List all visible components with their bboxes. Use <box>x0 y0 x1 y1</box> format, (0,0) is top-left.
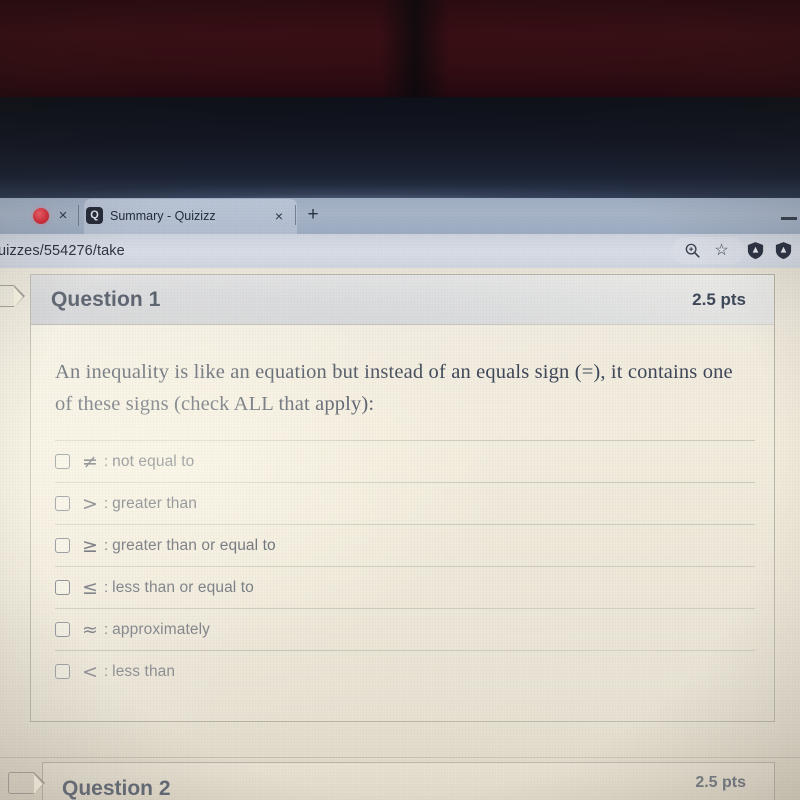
answer-label: less than <box>112 662 176 680</box>
answer-checkbox[interactable] <box>55 496 70 511</box>
answer-symbol: ≤ <box>82 576 98 599</box>
answer-symbol: < <box>82 660 98 683</box>
recording-tab-close-button[interactable]: × <box>54 206 72 226</box>
question-1-title: Question 1 <box>51 288 161 311</box>
answer-checkbox[interactable] <box>55 580 70 595</box>
answer-label: greater than or equal to <box>112 536 276 554</box>
question-1-prompt: An inequality is like an equation but in… <box>55 361 733 415</box>
quizizz-q-favicon: Q <box>86 207 103 224</box>
question-1-flag-marker[interactable] <box>0 284 25 307</box>
answer-label: approximately <box>112 620 210 638</box>
omnibox-actions-group <box>672 237 744 264</box>
window-minimize-button[interactable] <box>781 217 797 220</box>
answer-colon: : <box>104 452 109 470</box>
tab-divider-2 <box>295 205 296 225</box>
record-dot-icon[interactable] <box>33 208 49 224</box>
bookmark-star-icon[interactable]: ☆ <box>712 241 731 260</box>
answer-colon: : <box>104 536 109 554</box>
answer-symbol: > <box>82 492 98 515</box>
active-tab-title: Summary - Quizizz <box>110 209 216 223</box>
answer-option-row[interactable]: ≈: approximately <box>55 608 755 650</box>
question-1-points: 2.5 pts <box>692 290 746 309</box>
section-divider <box>0 757 800 758</box>
zoom-icon[interactable] <box>684 242 701 259</box>
answer-option-row[interactable]: ≤: less than or equal to <box>55 566 755 608</box>
answer-colon: : <box>104 620 109 638</box>
answer-checkbox[interactable] <box>55 664 70 679</box>
answer-option-row[interactable]: ≥: greater than or equal to <box>55 524 755 566</box>
shield-extension-icon[interactable] <box>746 241 765 260</box>
answer-colon: : <box>104 578 109 596</box>
question-2-flag-marker[interactable] <box>8 771 45 794</box>
answer-checkbox[interactable] <box>55 622 70 637</box>
answer-label: not equal to <box>112 452 195 470</box>
shield-extension-icon-2[interactable] <box>774 241 793 260</box>
answer-colon: : <box>104 494 109 512</box>
answer-checkbox[interactable] <box>55 454 70 469</box>
photo-dark-red-band <box>0 0 800 97</box>
question-2-points: 2.5 pts <box>695 774 746 791</box>
answer-option-row[interactable]: >: greater than <box>55 482 755 524</box>
photographed-screen: × Q Summary - Quizizz × + uizzes/554276/… <box>0 0 800 800</box>
answer-label: greater than <box>112 494 197 512</box>
answer-option-row[interactable]: ≠: not equal to <box>55 440 755 482</box>
answer-option-row[interactable]: <: less than <box>55 650 755 692</box>
active-tab-close-button[interactable]: × <box>270 206 288 226</box>
new-tab-button[interactable]: + <box>303 204 323 226</box>
answer-label: less than or equal to <box>112 578 254 596</box>
answer-symbol: ≈ <box>82 618 98 641</box>
answer-options-list: ≠: not equal to >: greater than ≥: greater th… <box>55 440 755 692</box>
question-2-title: Question 2 <box>62 777 171 800</box>
photo-dark-blue-band <box>0 97 800 198</box>
tab-divider <box>78 205 79 226</box>
answer-symbol: ≥ <box>82 534 98 557</box>
answer-symbol: ≠ <box>82 450 98 473</box>
url-text[interactable]: uizzes/554276/take <box>0 240 318 262</box>
answer-colon: : <box>104 662 109 680</box>
answer-checkbox[interactable] <box>55 538 70 553</box>
